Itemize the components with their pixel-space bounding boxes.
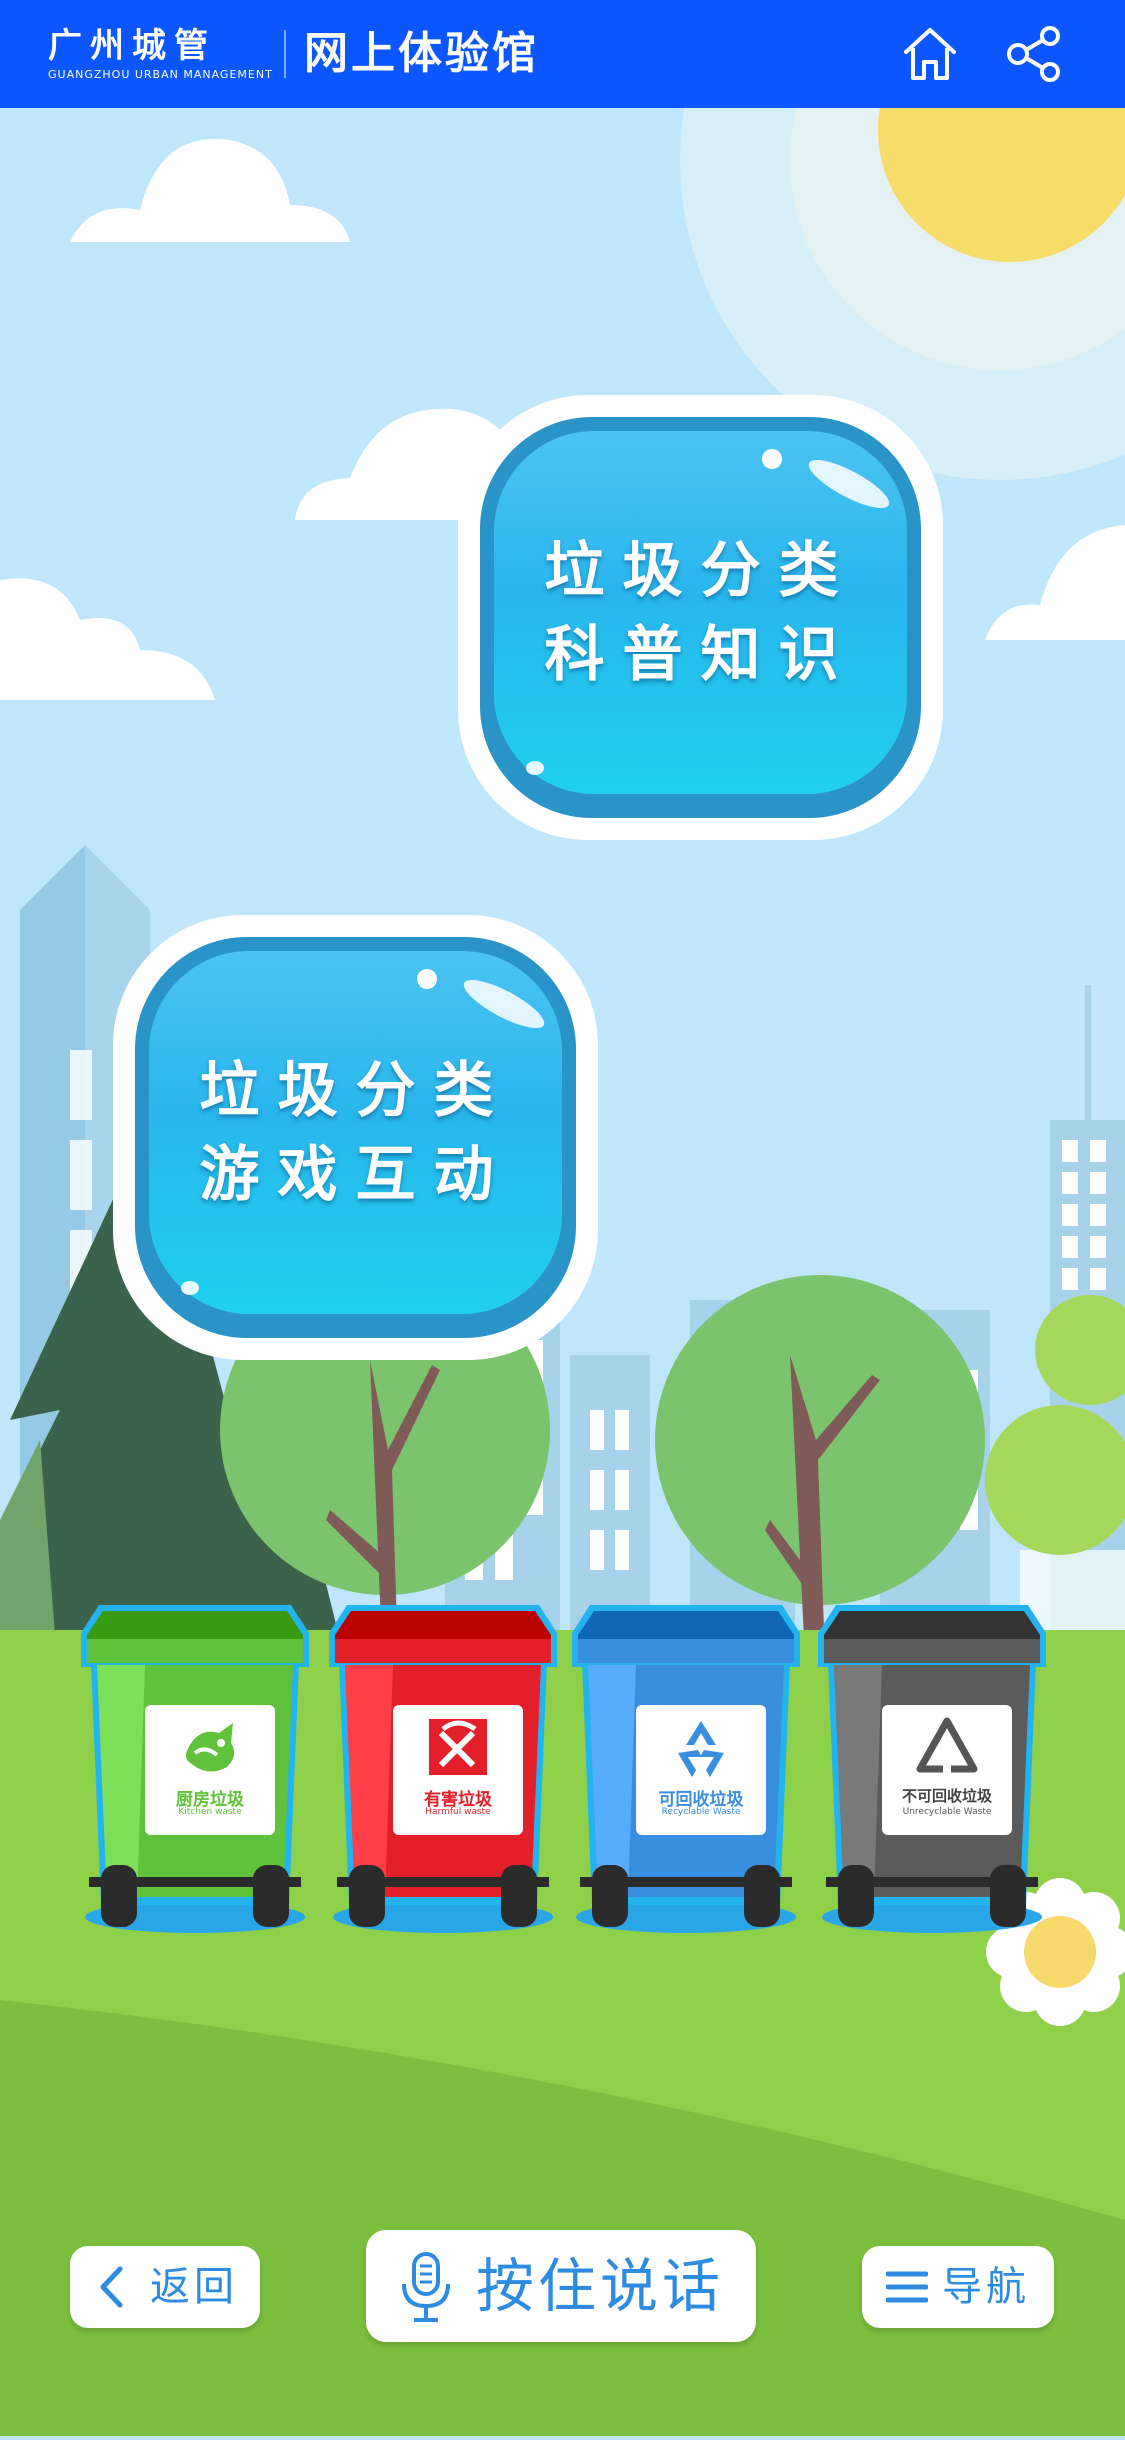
share-icon[interactable]: [1002, 22, 1066, 86]
game-line-2: 游戏互动: [199, 1139, 512, 1210]
push-to-talk-label: 按住说话: [476, 2252, 725, 2320]
bin-label-en: Recyclable Waste: [661, 1807, 741, 1817]
bubble-highlight-small: [181, 1281, 199, 1295]
brand-logo: 广州城管 GUANGZHOU URBAN MANAGEMENT: [48, 26, 272, 82]
bubble-highlight: [803, 451, 895, 517]
bubble-face: 垃圾分类 科普知识: [494, 431, 907, 794]
fish-bone-icon: [175, 1715, 245, 1779]
bin-label-cn: 不可回收垃圾: [901, 1787, 992, 1805]
trash-bin[interactable]: 厨房垃圾 Kitchen waste: [75, 1605, 315, 1935]
game-bubble-label: 垃圾分类 游戏互动: [149, 1049, 562, 1217]
non-recycle-icon: [912, 1715, 982, 1779]
bubble-rim: 垃圾分类 科普知识: [480, 417, 921, 818]
trash-bin[interactable]: 不可回收垃圾 Unrecyclable Waste: [812, 1605, 1052, 1935]
push-to-talk-button[interactable]: 按住说话: [366, 2230, 756, 2342]
navigation-button[interactable]: 导航: [862, 2246, 1054, 2328]
bin-label-en: Unrecyclable Waste: [902, 1807, 992, 1817]
microphone-icon: [402, 2252, 450, 2322]
knowledge-bubble-label: 垃圾分类 科普知识: [494, 529, 907, 697]
bubble-face: 垃圾分类 游戏互动: [149, 951, 562, 1314]
bubble-rim: 垃圾分类 游戏互动: [135, 937, 576, 1338]
navigation-label: 导航: [942, 2264, 1030, 2310]
back-label: 返回: [150, 2264, 238, 2310]
brand-name-en: GUANGZHOU URBAN MANAGEMENT: [48, 68, 273, 81]
trash-bin[interactable]: 可回收垃圾 Recyclable Waste: [566, 1605, 806, 1935]
battery-icon: [423, 1715, 493, 1779]
back-button[interactable]: 返回: [70, 2246, 260, 2328]
bin-label-en: Harmful waste: [425, 1807, 491, 1817]
knowledge-line-1: 垃圾分类: [544, 535, 857, 606]
knowledge-bubble-button[interactable]: 垃圾分类 科普知识: [458, 395, 943, 840]
chevron-left-icon: [100, 2266, 123, 2308]
trash-bin[interactable]: 有害垃圾 Harmful waste: [323, 1605, 563, 1935]
home-icon[interactable]: [898, 22, 962, 86]
game-bubble-button[interactable]: 垃圾分类 游戏互动: [113, 915, 598, 1360]
page-title: 网上体验馆: [304, 28, 539, 79]
menu-icon: [886, 2271, 928, 2303]
game-line-1: 垃圾分类: [199, 1055, 512, 1126]
bubble-highlight-dot: [417, 969, 437, 989]
recycle-icon: [666, 1715, 736, 1779]
header-bar: 广州城管 GUANGZHOU URBAN MANAGEMENT 网上体验馆: [0, 0, 1125, 108]
knowledge-line-2: 科普知识: [544, 619, 857, 690]
bubble-highlight-small: [526, 761, 544, 775]
header-divider: [284, 30, 286, 78]
bubble-highlight: [458, 971, 550, 1037]
bubble-highlight-dot: [762, 449, 782, 469]
bin-label-en: Kitchen waste: [178, 1807, 242, 1817]
brand-name-cn: 广州城管: [48, 26, 216, 66]
